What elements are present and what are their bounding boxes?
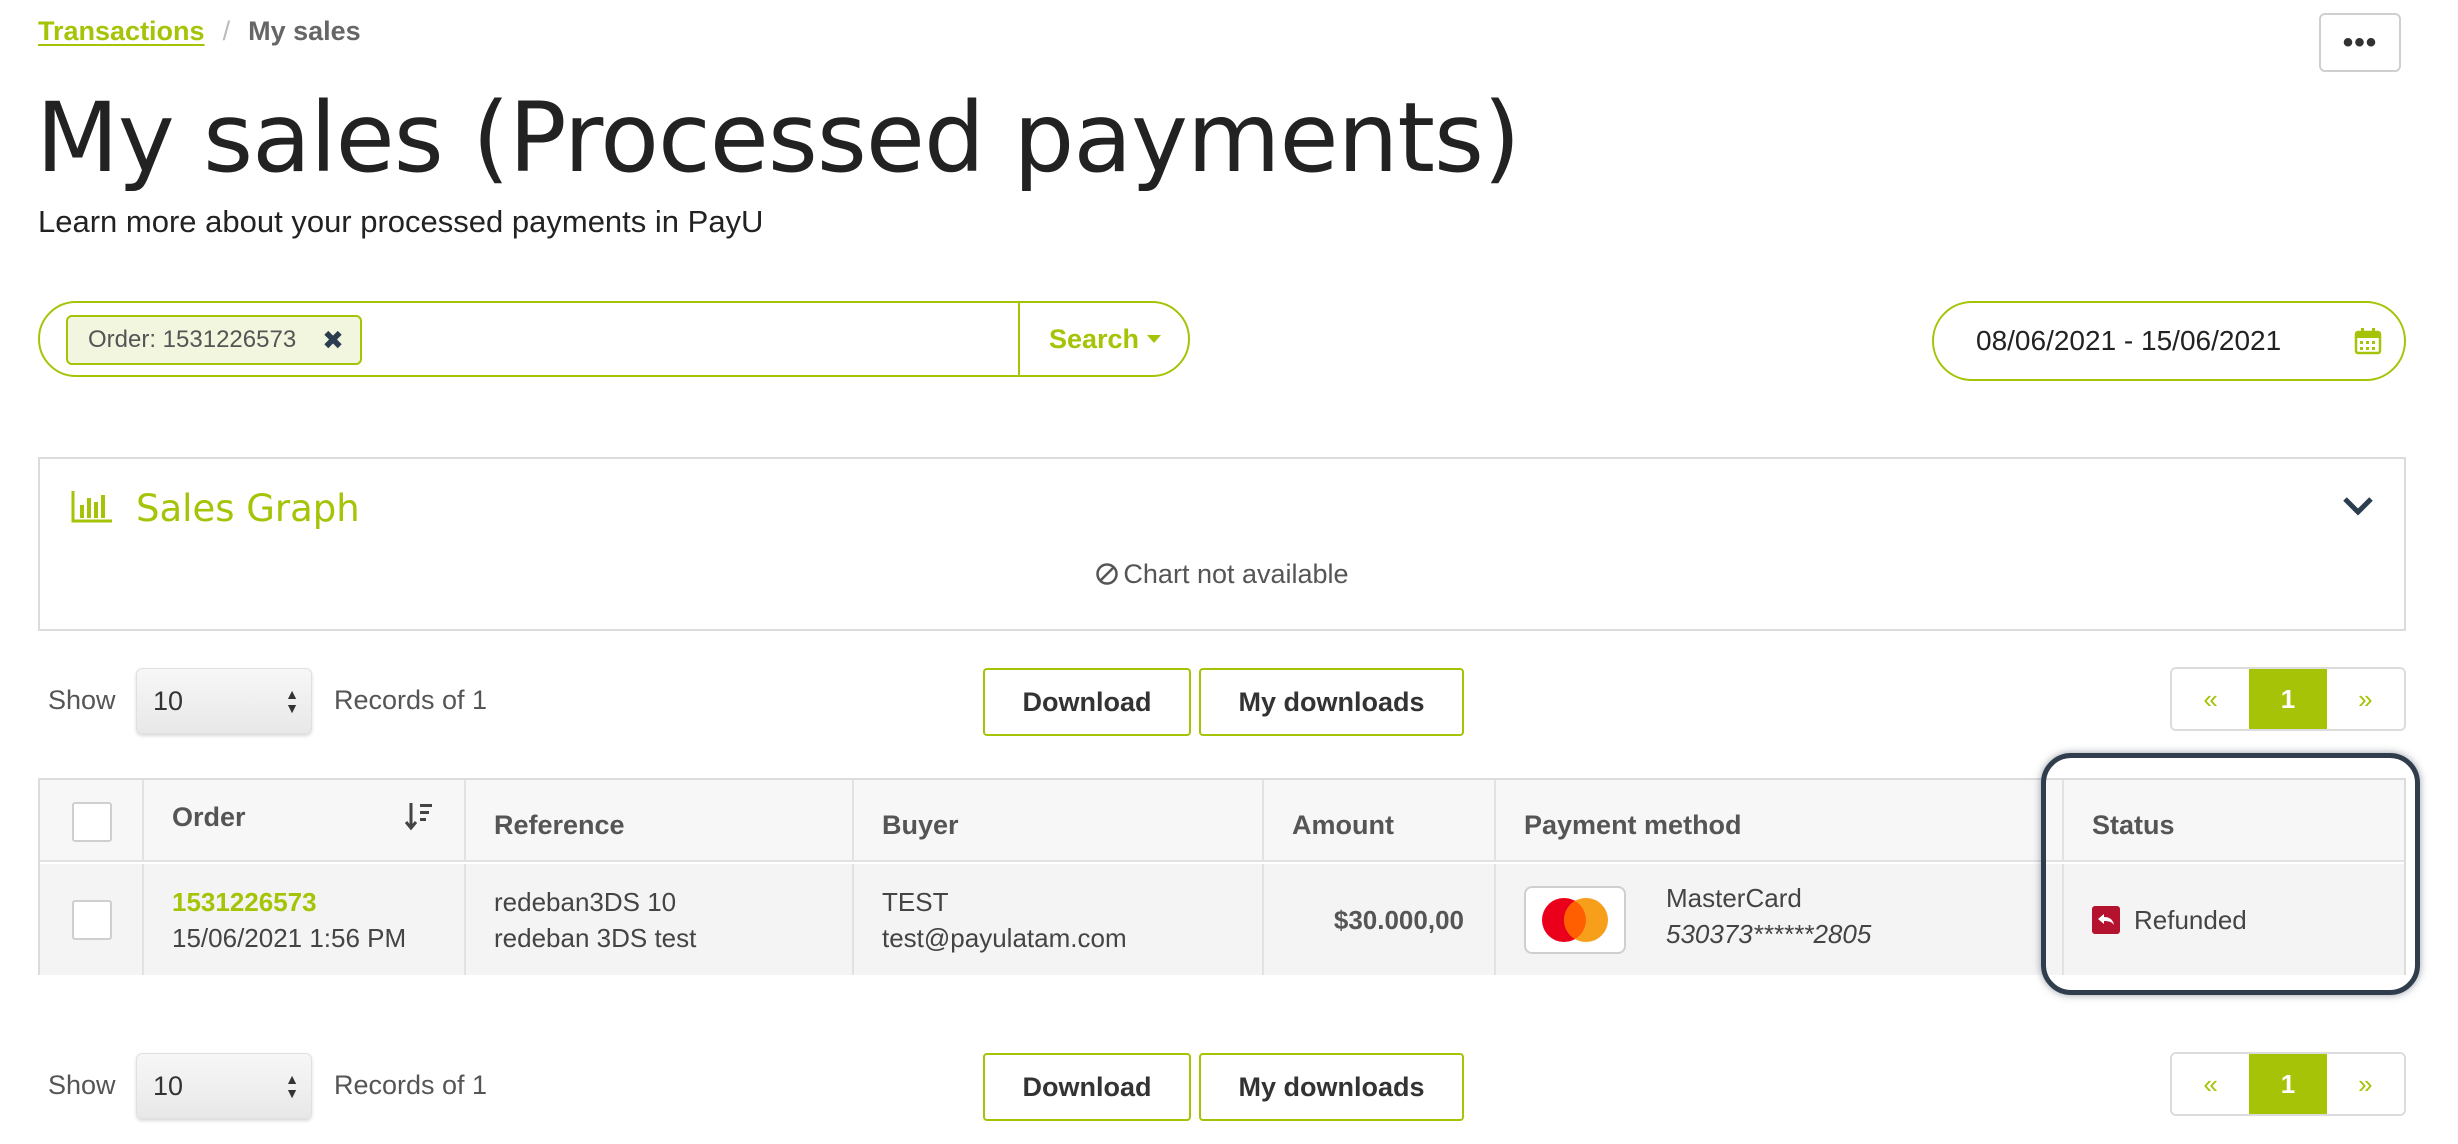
column-header-order[interactable]: Order (172, 802, 246, 833)
pagination-prev-button-bottom[interactable]: « (2172, 1054, 2250, 1114)
chart-unavailable-message: Chart not available (40, 559, 2404, 590)
sales-graph-panel: Sales Graph Chart not available (38, 457, 2406, 631)
breadcrumb-transactions-link[interactable]: Transactions (38, 16, 205, 47)
calendar-icon (2354, 328, 2382, 355)
bar-chart-icon (71, 491, 112, 523)
pagination-next-button[interactable]: » (2326, 669, 2404, 729)
breadcrumb-current: My sales (248, 16, 361, 46)
sort-desc-icon[interactable] (404, 800, 434, 832)
ban-icon (1096, 563, 1119, 585)
more-options-button[interactable]: ••• (2319, 13, 2401, 72)
order-id-link[interactable]: 1531226573 (172, 884, 406, 920)
order-date: 15/06/2021 1:56 PM (172, 923, 407, 953)
download-button[interactable]: Download (983, 668, 1191, 736)
reference-code: redeban3DS 10 (494, 887, 677, 917)
amount-value: $30.000,00 (1333, 905, 1464, 935)
row-checkbox[interactable] (72, 900, 112, 940)
pagination: « 1 » (2170, 667, 2406, 731)
chevron-down-icon[interactable] (2342, 495, 2374, 517)
column-header-buyer: Buyer (882, 810, 959, 840)
filter-chip-label: Order: 1531226573 (88, 326, 297, 353)
select-arrows-icon: ▲ ▼ (285, 1071, 299, 1101)
search-bar[interactable]: Order: 1531226573 ✖ Search (38, 301, 1190, 377)
pagination-prev-button[interactable]: « (2172, 669, 2250, 729)
column-header-status: Status (2092, 810, 2175, 840)
date-range-picker[interactable]: 08/06/2021 - 15/06/2021 (1932, 301, 2406, 381)
date-range-value: 08/06/2021 - 15/06/2021 (1976, 325, 2282, 356)
column-header-reference: Reference (494, 810, 625, 840)
column-header-amount: Amount (1292, 810, 1394, 840)
caret-down-icon (1147, 335, 1162, 343)
card-number: 530373******2805 (1666, 919, 1872, 949)
sales-graph-title: Sales Graph (136, 487, 360, 530)
page-size-value: 10 (153, 685, 184, 716)
my-downloads-button-bottom[interactable]: My downloads (1199, 1053, 1464, 1121)
select-all-checkbox[interactable] (72, 802, 112, 842)
page-size-select-bottom[interactable]: 10 ▲ ▼ (136, 1053, 312, 1119)
refund-icon (2092, 906, 2120, 934)
sales-table: Order Reference Buyer Amount Payment met… (38, 778, 2406, 975)
chart-unavailable-text: Chart not available (1123, 559, 1349, 589)
status-badge: Refunded (2134, 905, 2247, 935)
page-title: My sales (Processed payments) (36, 82, 1521, 194)
payment-method-name: MasterCard (1666, 883, 1802, 913)
page-size-value-bottom: 10 (153, 1070, 184, 1101)
records-count-bottom: Records of 1 (334, 1070, 488, 1100)
pagination-next-button-bottom[interactable]: » (2326, 1054, 2404, 1114)
records-count: Records of 1 (334, 685, 488, 715)
table-header: Order Reference Buyer Amount Payment met… (40, 780, 2404, 862)
show-label-bottom: Show (48, 1070, 116, 1100)
download-button-bottom[interactable]: Download (983, 1053, 1191, 1121)
reference-description: redeban 3DS test (494, 923, 697, 953)
table-row[interactable]: 1531226573 15/06/2021 1:56 PM redeban3DS… (40, 864, 2404, 975)
column-header-payment-method: Payment method (1524, 810, 1742, 840)
pagination-page-1[interactable]: 1 (2249, 669, 2327, 729)
breadcrumb-separator: / (222, 16, 231, 46)
pagination-bottom: « 1 » (2170, 1052, 2406, 1116)
select-arrows-icon: ▲ ▼ (285, 686, 299, 716)
page-size-select[interactable]: 10 ▲ ▼ (136, 668, 312, 734)
buyer-email: test@payulatam.com (882, 923, 1127, 953)
show-label: Show (48, 685, 116, 715)
filter-chip: Order: 1531226573 ✖ (66, 315, 362, 365)
mastercard-logo-icon (1524, 886, 1626, 954)
close-icon[interactable]: ✖ (322, 325, 344, 356)
ellipsis-icon: ••• (2342, 25, 2378, 59)
my-downloads-button[interactable]: My downloads (1199, 668, 1464, 736)
search-button-label: Search (1048, 323, 1140, 354)
pagination-page-1-bottom[interactable]: 1 (2249, 1054, 2327, 1114)
search-button[interactable]: Search (1020, 303, 1190, 375)
buyer-name: TEST (882, 887, 949, 917)
breadcrumb: Transactions / My sales (38, 16, 361, 47)
page-subtitle: Learn more about your processed payments… (38, 204, 764, 239)
